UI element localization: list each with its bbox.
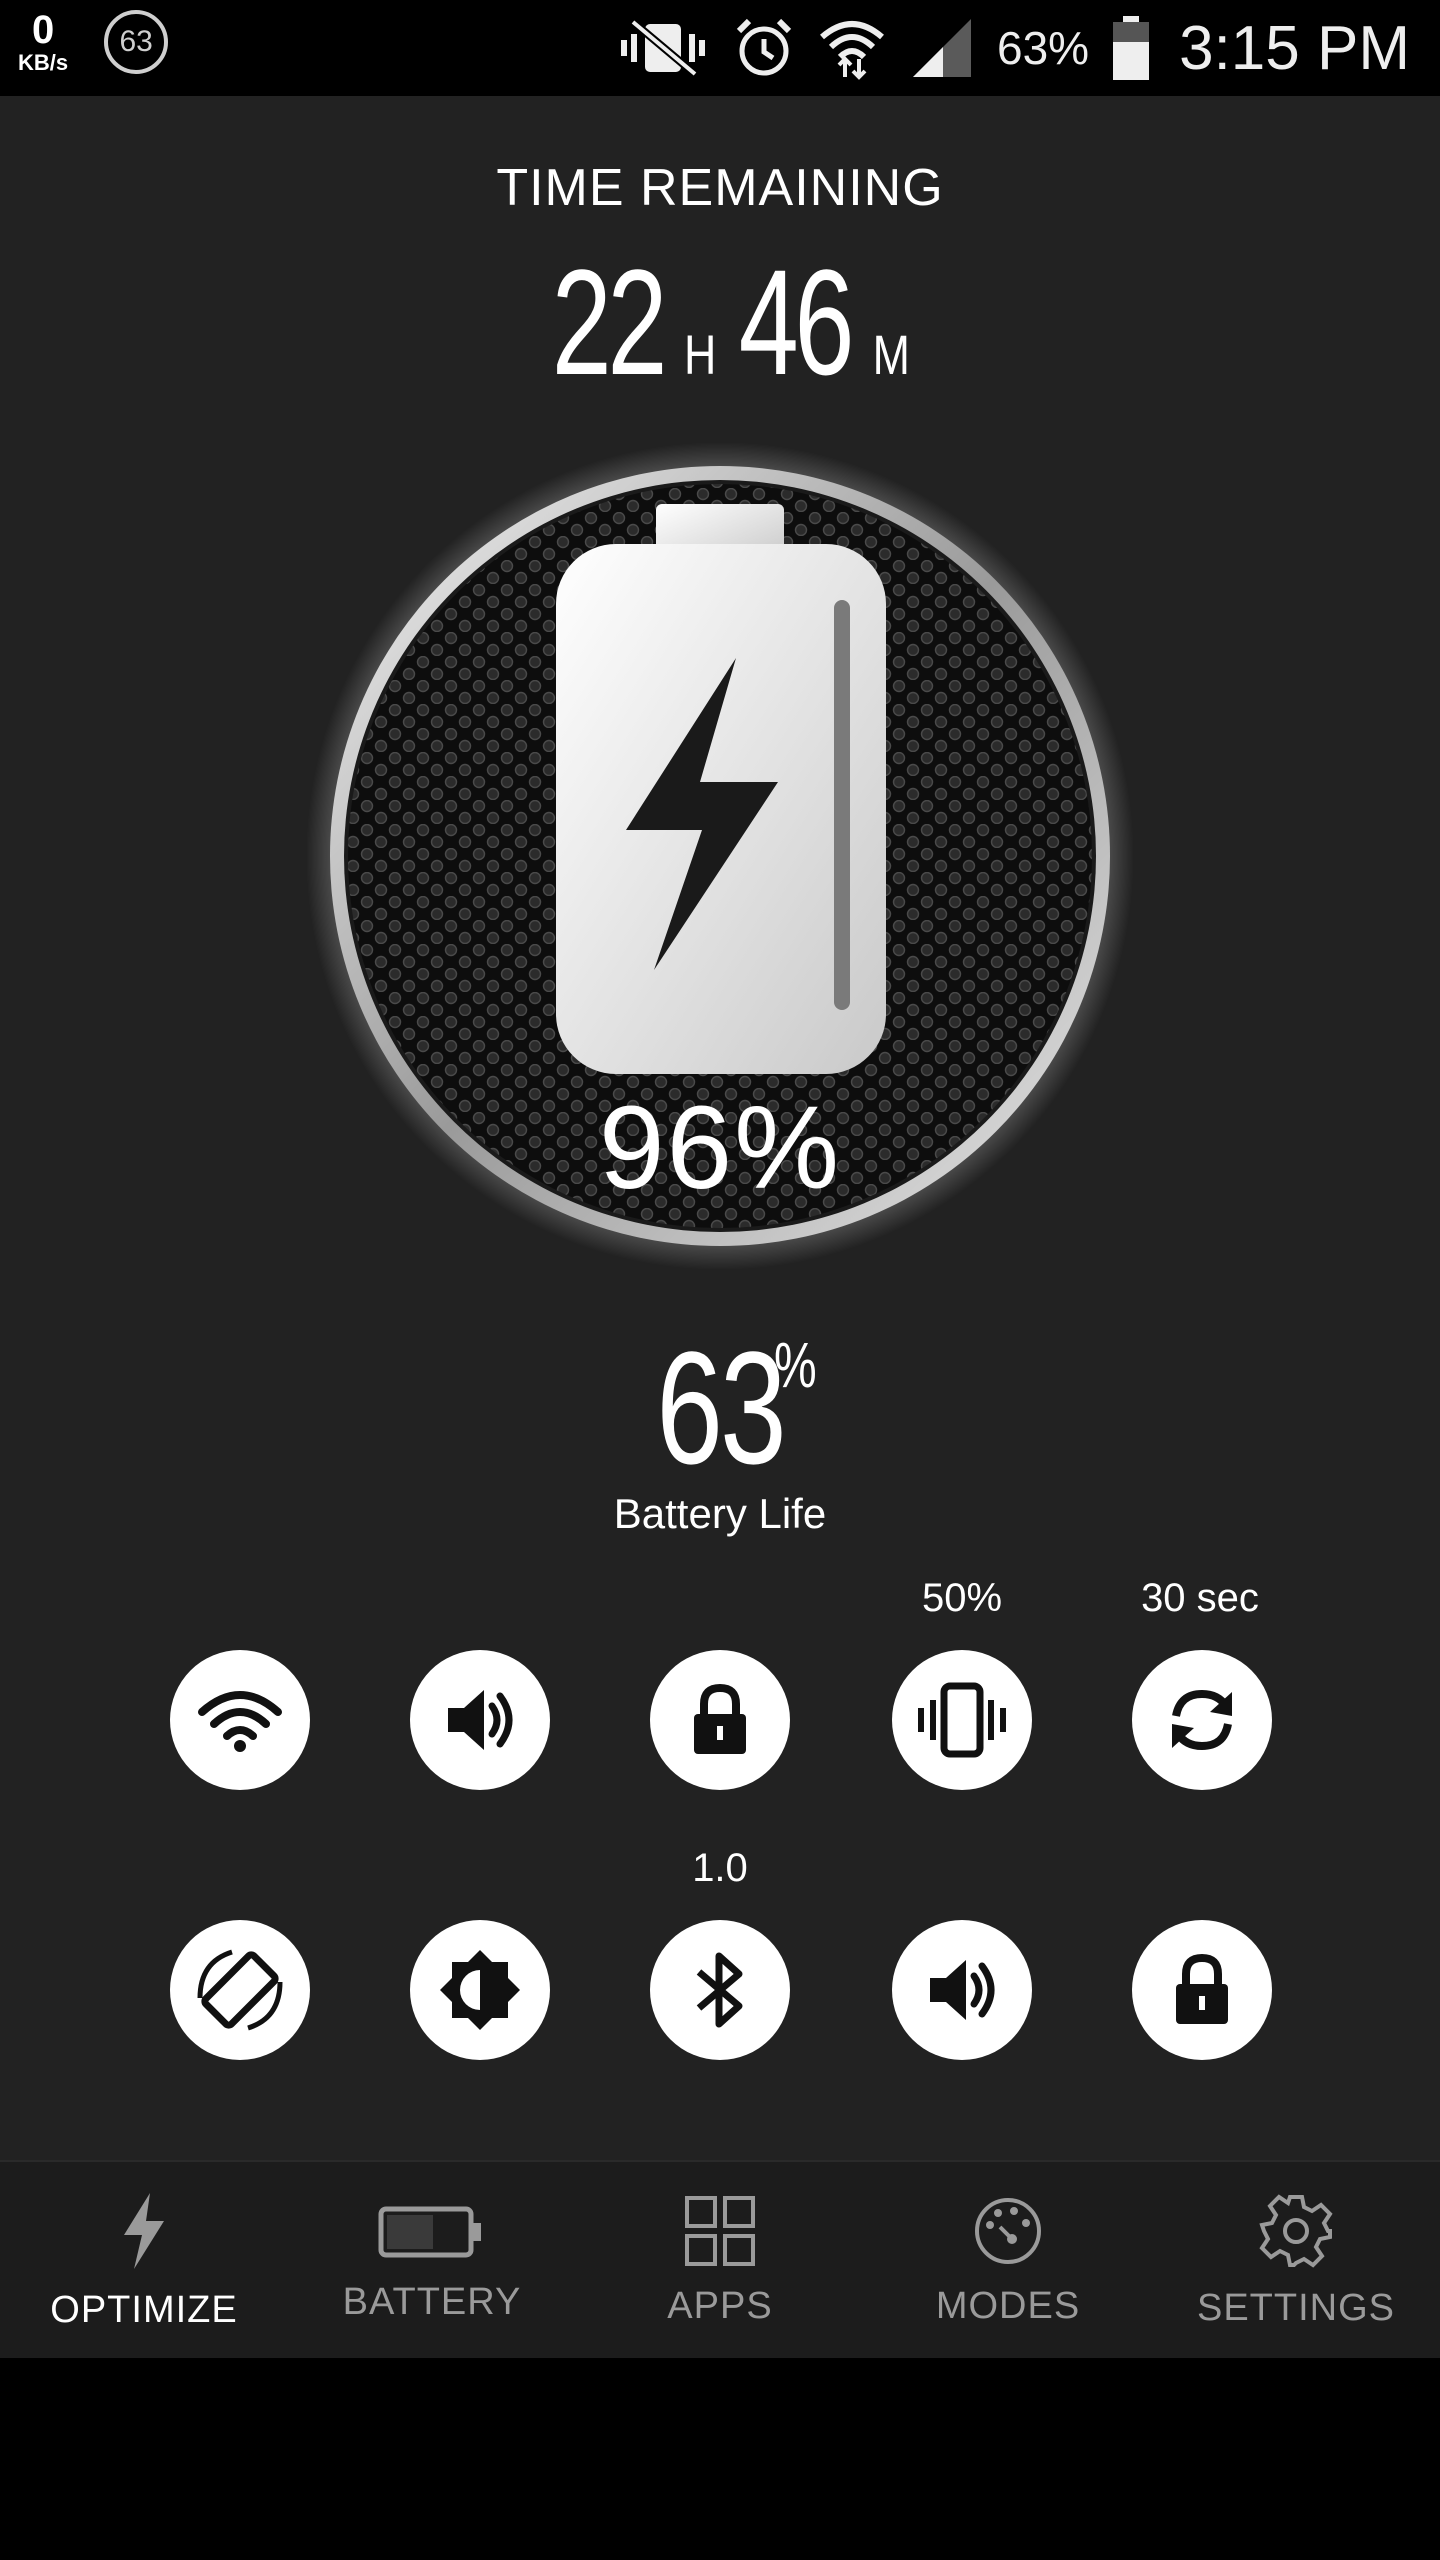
alarm-icon bbox=[733, 17, 795, 79]
sync-toggle[interactable] bbox=[1132, 1650, 1272, 1790]
screen-rotation-icon bbox=[197, 1949, 283, 2031]
wifi-signal-icon bbox=[817, 13, 887, 83]
battery-status-icon bbox=[1111, 16, 1151, 80]
nav-apps[interactable]: APPS bbox=[576, 2162, 864, 2360]
nav-modes-label: MODES bbox=[935, 2284, 1081, 2327]
network-speed-value: 0 bbox=[31, 8, 55, 52]
optimize-screen: TIME REMAINING 22 H 46 M 96% 63 % Batter… bbox=[0, 96, 1440, 2160]
status-left: 0 KB/s 63 bbox=[18, 10, 169, 74]
nav-settings-label: SETTINGS bbox=[1196, 2286, 1396, 2329]
lock-toggle-2[interactable] bbox=[1132, 1920, 1272, 2060]
wifi-icon bbox=[198, 1691, 282, 1752]
wifi-toggle[interactable] bbox=[170, 1650, 310, 1790]
vibrate-icon bbox=[918, 1682, 1006, 1758]
brightness-toggle[interactable] bbox=[410, 1920, 550, 2060]
network-speed-unit: KB/s bbox=[18, 50, 69, 75]
minutes-unit: M bbox=[872, 323, 910, 386]
gear-icon bbox=[1259, 2193, 1333, 2268]
battery-icon bbox=[378, 2206, 481, 2257]
vibrate-mute-icon bbox=[615, 18, 711, 78]
cell-signal-icon bbox=[909, 15, 975, 81]
battery-percent-text: 63% bbox=[997, 22, 1090, 74]
battery-life-number: 63 bbox=[656, 1318, 786, 1497]
toggle-row-2 bbox=[0, 1920, 1440, 2060]
gauge-percent: 96% bbox=[598, 1082, 842, 1214]
volume-icon bbox=[448, 1690, 513, 1750]
network-speed: 0 KB/s bbox=[18, 10, 68, 74]
screen-timeout-label: 30 sec bbox=[1141, 1576, 1259, 1620]
vibrate-level-label: 50% bbox=[921, 1576, 1003, 1620]
hours-unit: H bbox=[684, 323, 717, 386]
bolt-icon bbox=[124, 2192, 164, 2269]
clock: 3:15 PM bbox=[1179, 13, 1410, 83]
time-remaining-value: 22 H 46 M bbox=[0, 236, 1440, 409]
volume-toggle[interactable] bbox=[410, 1650, 550, 1790]
vibrate-toggle[interactable] bbox=[892, 1650, 1032, 1790]
apps-grid-icon bbox=[685, 2195, 755, 2266]
rotation-toggle[interactable] bbox=[170, 1920, 310, 2060]
toggle-row-1 bbox=[0, 1650, 1440, 1790]
minutes-value: 46 bbox=[738, 238, 855, 406]
bluetooth-level-label: 1.0 bbox=[692, 1846, 748, 1890]
bluetooth-icon bbox=[696, 1952, 743, 2028]
lock-icon bbox=[694, 1683, 746, 1754]
battery-life-label: Battery Life bbox=[613, 1490, 827, 1537]
battery-life-value: 63% bbox=[0, 1316, 1440, 1500]
brightness-icon bbox=[440, 1950, 520, 2030]
volume-icon bbox=[930, 1960, 995, 2020]
bottom-navigation: OPTIMIZE BATTERY APPS MODES SETTINGS bbox=[0, 2160, 1440, 2358]
nav-optimize[interactable]: OPTIMIZE bbox=[0, 2162, 288, 2360]
bluetooth-toggle[interactable] bbox=[650, 1920, 790, 2060]
nav-modes[interactable]: MODES bbox=[864, 2162, 1152, 2360]
lock-icon bbox=[1176, 1953, 1228, 2024]
lock-toggle[interactable] bbox=[650, 1650, 790, 1790]
system-nav-area bbox=[0, 2358, 1440, 2560]
sync-icon bbox=[1172, 1689, 1232, 1751]
time-remaining-title: TIME REMAINING bbox=[496, 159, 944, 217]
notification-badge: 63 bbox=[104, 10, 169, 74]
battery-life-unit: % bbox=[774, 1329, 817, 1401]
volume-toggle-2[interactable] bbox=[892, 1920, 1032, 2060]
nav-battery-label: BATTERY bbox=[342, 2280, 522, 2323]
nav-settings[interactable]: SETTINGS bbox=[1152, 2162, 1440, 2360]
status-bar: 0 KB/s 63 63% 3:15 PM bbox=[0, 0, 1440, 96]
nav-optimize-label: OPTIMIZE bbox=[50, 2288, 238, 2331]
battery-gauge[interactable]: 96% bbox=[304, 440, 1136, 1272]
nav-battery[interactable]: BATTERY bbox=[288, 2162, 576, 2360]
hours-value: 22 bbox=[551, 238, 667, 406]
nav-apps-label: APPS bbox=[667, 2284, 773, 2327]
modes-dial-icon bbox=[975, 2197, 1041, 2264]
status-right: 63% 3:15 PM bbox=[615, 0, 1410, 96]
